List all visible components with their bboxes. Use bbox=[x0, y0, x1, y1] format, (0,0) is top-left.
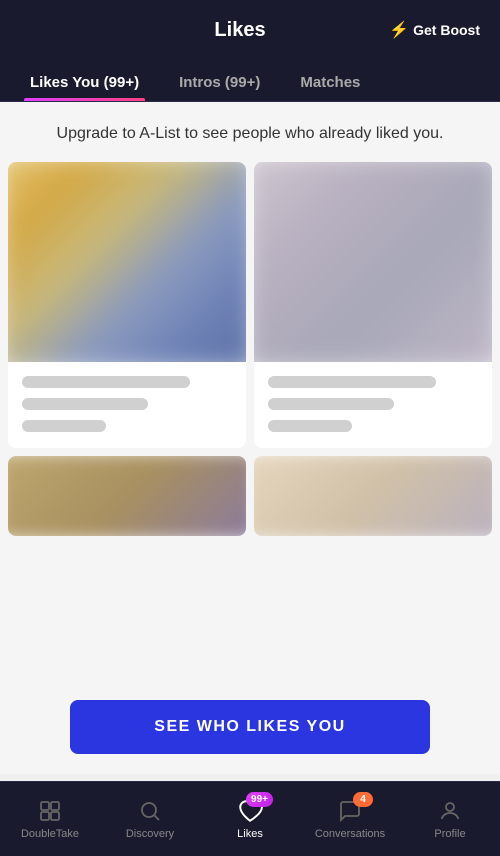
nav-label-doubletake: DoubleTake bbox=[21, 828, 79, 840]
see-who-likes-button[interactable]: SEE WHO LIKES YOU bbox=[70, 700, 430, 754]
upgrade-banner: Upgrade to A-List to see people who alre… bbox=[0, 102, 500, 162]
likes-badge: 99+ bbox=[246, 792, 273, 807]
nav-label-conversations: Conversations bbox=[315, 828, 385, 840]
blurred-card-2[interactable] bbox=[254, 162, 492, 448]
boost-label: Get Boost bbox=[413, 22, 480, 38]
info-line-detail-1 bbox=[22, 398, 148, 410]
boost-button[interactable]: ⚡ Get Boost bbox=[380, 20, 480, 40]
nav-label-discovery: Discovery bbox=[126, 828, 174, 840]
card-image-1 bbox=[8, 162, 246, 362]
profile-icon bbox=[437, 798, 463, 824]
likes-icon: 99+ bbox=[237, 798, 263, 824]
blurred-photo-4 bbox=[254, 456, 492, 536]
cards-grid bbox=[0, 162, 500, 448]
bottom-cards-grid bbox=[0, 448, 500, 536]
nav-label-likes: Likes bbox=[237, 828, 263, 840]
card-image-2 bbox=[254, 162, 492, 362]
conversations-icon: 4 bbox=[337, 798, 363, 824]
boost-icon: ⚡ bbox=[389, 20, 409, 40]
tab-matches[interactable]: Matches bbox=[280, 60, 380, 101]
cta-overlay: SEE WHO LIKES YOU bbox=[0, 674, 500, 774]
nav-item-conversations[interactable]: 4 Conversations bbox=[300, 798, 400, 840]
nav-label-profile: Profile bbox=[434, 828, 465, 840]
info-line-name-1 bbox=[22, 376, 190, 388]
card-info-2 bbox=[254, 362, 492, 448]
info-line-detail-2 bbox=[268, 398, 394, 410]
doubletake-icon bbox=[37, 798, 63, 824]
blurred-card-3[interactable] bbox=[8, 456, 246, 536]
nav-item-likes[interactable]: 99+ Likes bbox=[200, 798, 300, 840]
info-line-tag-1 bbox=[22, 420, 106, 432]
blurred-card-4[interactable] bbox=[254, 456, 492, 536]
bottom-nav: DoubleTake Discovery 99+ Likes 4 Conve bbox=[0, 781, 500, 856]
page-title: Likes bbox=[100, 19, 380, 42]
blurred-photo-1 bbox=[8, 162, 246, 362]
tab-likes-you[interactable]: Likes You (99+) bbox=[10, 60, 159, 101]
nav-item-profile[interactable]: Profile bbox=[400, 798, 500, 840]
main-content: Upgrade to A-List to see people who alre… bbox=[0, 102, 500, 774]
app-header: Likes ⚡ Get Boost bbox=[0, 0, 500, 60]
info-line-name-2 bbox=[268, 376, 436, 388]
nav-item-discovery[interactable]: Discovery bbox=[100, 798, 200, 840]
info-line-tag-2 bbox=[268, 420, 352, 432]
blurred-photo-2 bbox=[254, 162, 492, 362]
upgrade-text: Upgrade to A-List to see people who alre… bbox=[57, 125, 444, 142]
card-info-1 bbox=[8, 362, 246, 448]
tab-intros[interactable]: Intros (99+) bbox=[159, 60, 280, 101]
conversations-badge: 4 bbox=[353, 792, 373, 807]
blurred-photo-3 bbox=[8, 456, 246, 536]
nav-item-doubletake[interactable]: DoubleTake bbox=[0, 798, 100, 840]
blurred-card-1[interactable] bbox=[8, 162, 246, 448]
tabs-bar: Likes You (99+) Intros (99+) Matches bbox=[0, 60, 500, 102]
discovery-icon bbox=[137, 798, 163, 824]
